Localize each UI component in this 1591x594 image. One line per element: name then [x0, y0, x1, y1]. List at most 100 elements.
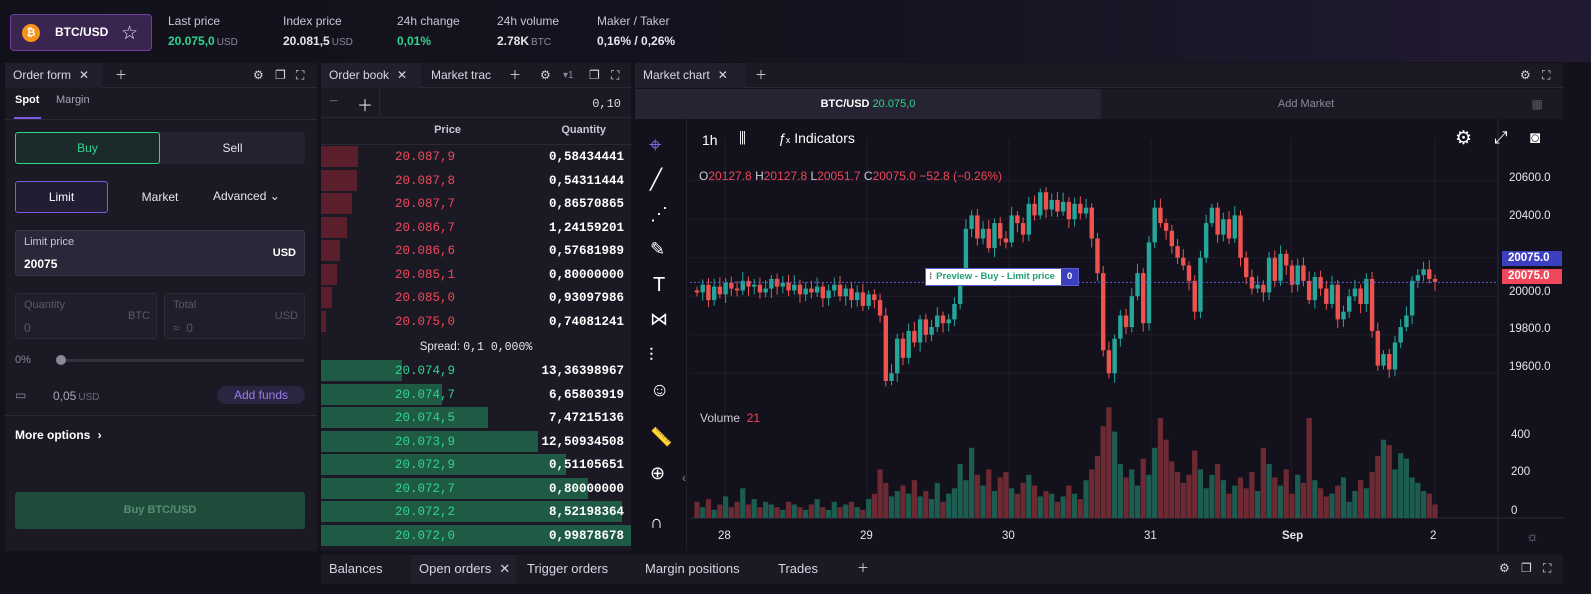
gear-icon[interactable]: ⚙	[253, 63, 264, 88]
crosshair-icon[interactable]: ⌖	[649, 132, 661, 158]
gear-icon[interactable]: ⚙	[540, 63, 551, 88]
ask-row[interactable]: 20.086,7 1,24159201	[321, 216, 631, 239]
price-increment[interactable]: 0,10	[592, 97, 621, 111]
indicators-button[interactable]: ƒx Indicators	[778, 130, 855, 146]
tab-balances[interactable]: Balances	[321, 555, 409, 584]
collapse-toolbar-icon[interactable]: ‹	[682, 471, 686, 485]
grid-icon[interactable]: ▦	[1511, 89, 1563, 119]
amount-slider-track[interactable]	[61, 359, 304, 362]
submit-order-button[interactable]: Buy BTC/USD	[15, 492, 305, 529]
bid-row[interactable]: 20.072,2 8,52198364	[321, 500, 631, 523]
interval-button[interactable]: 1h	[702, 132, 718, 148]
tab-trigger-orders[interactable]: Trigger orders	[519, 555, 637, 584]
drag-handle-icon[interactable]: ⁞	[926, 269, 936, 285]
bid-row[interactable]: 20.073,9 12,50934508	[321, 430, 631, 453]
order-type-limit[interactable]: Limit	[15, 181, 108, 213]
tab-label: Market chart	[643, 68, 710, 82]
ask-row[interactable]: 20.087,9 0,58434441	[321, 145, 631, 168]
add-funds-button[interactable]: Add funds	[217, 386, 305, 404]
add-tab-icon[interactable]: ＋	[509, 63, 521, 88]
total-field[interactable]: Total ≈ 0 USD	[164, 293, 305, 339]
gear-icon[interactable]: ⚙	[1520, 63, 1531, 88]
ask-row[interactable]: 20.086,6 0,57681989	[321, 239, 631, 262]
sell-side-button[interactable]: Sell	[160, 132, 305, 164]
copy-icon[interactable]: ❐	[589, 63, 600, 88]
price-tick: 20600.0	[1509, 172, 1551, 184]
close-icon[interactable]: ✕	[718, 68, 728, 82]
volume-bar	[854, 507, 860, 518]
expand-icon[interactable]: ⛶	[296, 63, 304, 88]
ask-row[interactable]: 20.087,7 0,86570865	[321, 192, 631, 215]
tab-trades[interactable]: Trades	[770, 555, 848, 584]
stat-value: 20.075,0	[168, 34, 215, 48]
brush-icon[interactable]: ✎	[650, 239, 665, 260]
bid-row[interactable]: 20.074,7 6,65803919	[321, 383, 631, 406]
text-icon[interactable]: T	[653, 274, 665, 297]
ask-row[interactable]: 20.085,1 0,80000000	[321, 263, 631, 286]
candle-body	[1278, 253, 1283, 281]
close-icon[interactable]: ✕	[397, 68, 407, 82]
ruler-icon[interactable]: 📏	[650, 427, 672, 448]
add-market-tab[interactable]: Add Market	[1101, 89, 1511, 119]
expand-icon[interactable]: ⛶	[1542, 63, 1550, 88]
bid-row[interactable]: 20.074,9 13,36398967	[321, 359, 631, 382]
row-price: 20.087,8	[394, 173, 455, 188]
bid-row[interactable]: 20.072,9 0,51105651	[321, 453, 631, 476]
buy-side-button[interactable]: Buy	[15, 132, 160, 164]
amount-slider-handle[interactable]	[56, 355, 66, 365]
close-icon[interactable]: ✕	[79, 68, 89, 82]
add-tab-icon[interactable]: ＋	[857, 555, 869, 582]
emoji-icon[interactable]: ☺	[650, 380, 669, 402]
pair-selector[interactable]: ₿ BTC/USD ☆	[10, 14, 152, 51]
copy-icon[interactable]: ❐	[1521, 555, 1532, 582]
tab-margin-positions[interactable]: Margin positions	[637, 555, 765, 584]
limit-price-field[interactable]: Limit price 20075 USD	[15, 230, 305, 276]
tab-order-book[interactable]: Order book ✕	[321, 63, 421, 88]
fullscreen-icon[interactable]: ⤢	[1494, 128, 1508, 148]
brightness-icon[interactable]: ☼	[1526, 528, 1539, 544]
measure-icon[interactable]: ⫶	[649, 345, 654, 366]
pattern-icon[interactable]: ⋈	[650, 309, 668, 330]
tab-open-orders[interactable]: Open orders ✕	[411, 555, 516, 584]
volume-bar	[1215, 464, 1221, 518]
bid-row[interactable]: 20.072,7 0,80000000	[321, 477, 631, 500]
depth-badge[interactable]: ▾1	[563, 63, 574, 88]
star-icon[interactable]: ☆	[121, 22, 138, 45]
ask-row[interactable]: 20.075,0 0,74081241	[321, 310, 631, 333]
subtab-margin[interactable]: Margin	[56, 94, 90, 106]
stat-maker-taker: Maker / Taker 0,16% / 0,26%	[597, 14, 675, 48]
trendline-icon[interactable]: ╱	[650, 167, 662, 192]
volume-bar	[723, 496, 729, 518]
magnet-icon[interactable]: ∩	[650, 512, 663, 533]
ask-row[interactable]: 20.087,8 0,54311444	[321, 169, 631, 192]
price-chart[interactable]	[635, 119, 1563, 551]
gear-icon[interactable]: ⚙	[1499, 555, 1510, 582]
more-options-toggle[interactable]: More options ›	[15, 428, 102, 442]
tab-market-trades[interactable]: Market trac	[423, 63, 499, 88]
expand-icon[interactable]: ⛶	[611, 63, 619, 88]
tab-market-chart[interactable]: Market chart ✕	[635, 63, 745, 88]
camera-icon[interactable]: ◙	[1530, 128, 1540, 148]
decrease-increment-button[interactable]: −	[329, 93, 338, 111]
tab-order-form[interactable]: Order form ✕	[5, 63, 102, 88]
candles-icon[interactable]: ⫼	[739, 130, 746, 147]
increase-increment-button[interactable]: ＋	[357, 92, 373, 116]
subtab-spot[interactable]: Spot	[15, 94, 39, 106]
market-tab-btcusd[interactable]: BTC/USD 20.075,0	[635, 89, 1101, 119]
close-icon[interactable]: ✕	[499, 561, 510, 576]
preview-order-line-label[interactable]: ⁞ Preview - Buy - Limit price 0	[925, 268, 1080, 286]
bid-row[interactable]: 20.072,0 0,99878678	[321, 524, 631, 547]
order-type-market[interactable]: Market	[115, 181, 205, 213]
bid-row[interactable]: 20.074,5 7,47215136	[321, 406, 631, 429]
zoom-in-icon[interactable]: ⊕	[650, 463, 665, 484]
settings-icon[interactable]: ⚙	[1455, 127, 1472, 150]
ask-row[interactable]: 20.085,0 0,93097986	[321, 286, 631, 309]
quantity-unit: BTC	[128, 310, 150, 322]
copy-icon[interactable]: ❐	[275, 63, 286, 88]
quantity-field[interactable]: Quantity 0 BTC	[15, 293, 157, 339]
fib-icon[interactable]: ⋰	[650, 204, 668, 225]
order-type-advanced[interactable]: Advanced ⌄	[213, 189, 280, 203]
expand-icon[interactable]: ⛶	[1543, 555, 1551, 582]
add-tab-icon[interactable]: ＋	[755, 63, 767, 88]
add-tab-icon[interactable]: ＋	[115, 63, 127, 88]
